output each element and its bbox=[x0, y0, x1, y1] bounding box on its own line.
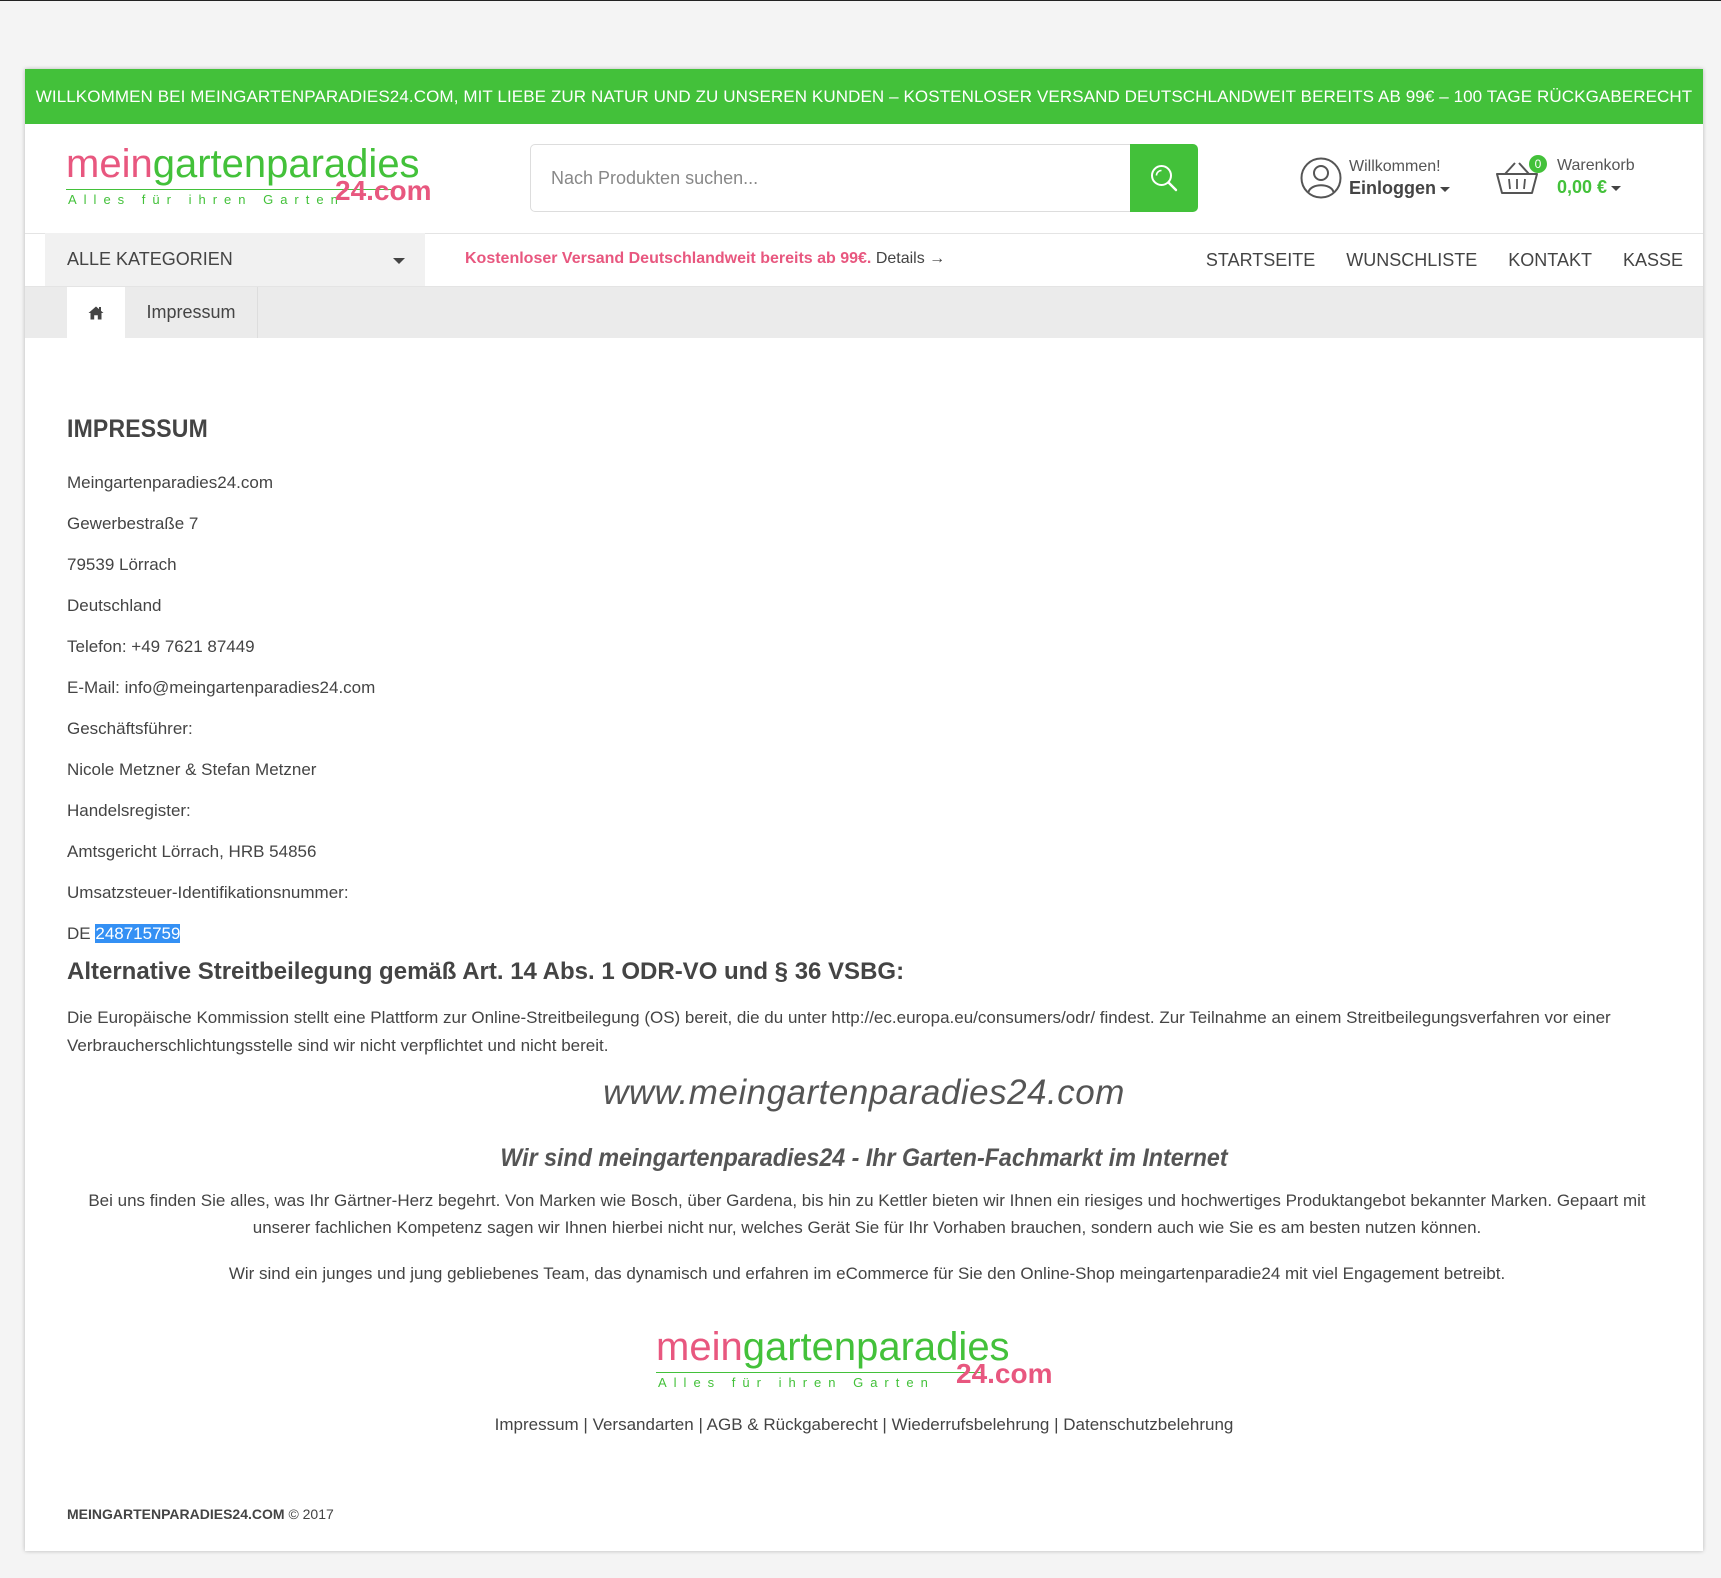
account-greeting: Willkommen! bbox=[1349, 158, 1441, 175]
page-title: IMPRESSUM bbox=[67, 415, 208, 443]
footer-link-withdrawal[interactable]: Wiederrufsbelehrung bbox=[892, 1415, 1050, 1434]
impressum-line: Amtsgericht Lörrach, HRB 54856 bbox=[67, 842, 317, 861]
impressum-line: E-Mail: info@meingartenparadies24.com bbox=[67, 678, 376, 697]
page-container: WILLKOMMEN BEI MEINGARTENPARADIES24.COM,… bbox=[25, 69, 1703, 1551]
impressum-line: Gewerbestraße 7 bbox=[67, 514, 199, 533]
logo-tagline: Alles für ihren Garten bbox=[658, 1375, 935, 1390]
nav-link-home[interactable]: STARTSEITE bbox=[1206, 250, 1315, 271]
breadcrumb-current: Impressum bbox=[125, 287, 258, 338]
logo-mein: mein bbox=[66, 142, 153, 186]
footer-link-privacy[interactable]: Datenschutzbelehrung bbox=[1063, 1415, 1233, 1434]
impressum-line: Nicole Metzner & Stefan Metzner bbox=[67, 760, 317, 779]
logo-suffix: 24.com bbox=[335, 175, 432, 206]
about-paragraph-team: Wir sind ein junges und jung gebliebenes… bbox=[228, 1264, 1506, 1283]
user-icon bbox=[1300, 157, 1342, 199]
window-top-border bbox=[0, 0, 1721, 1]
impressum-line: Telefon: +49 7621 87449 bbox=[67, 637, 255, 656]
cart-widget[interactable]: 0 Warenkorb 0,00 € bbox=[1495, 154, 1675, 204]
logo-underline bbox=[656, 1372, 981, 1373]
copyright-year: © 2017 bbox=[288, 1506, 334, 1522]
footer-separator: | bbox=[693, 1415, 707, 1434]
footer-separator: | bbox=[877, 1415, 892, 1434]
shipping-note: Kostenloser Versand Deutschlandweit bere… bbox=[465, 250, 945, 268]
promo-text: WILLKOMMEN BEI MEINGARTENPARADIES24.COM,… bbox=[35, 86, 1693, 106]
chevron-down-icon bbox=[1440, 186, 1450, 192]
main-nav: ALLE KATEGORIEN Kostenloser Versand Deut… bbox=[25, 233, 1703, 287]
shipping-highlight: Kostenloser Versand Deutschlandweit bere… bbox=[465, 250, 872, 267]
about-paragraph: Bei uns finden Sie alles, was Ihr Gärtne… bbox=[88, 1191, 1646, 1237]
impressum-line: Handelsregister: bbox=[67, 801, 191, 820]
footer-logo: meingartenparadies Alles für ihren Garte… bbox=[656, 1325, 1076, 1390]
vat-id-line: DE 248715759 bbox=[67, 924, 181, 944]
logo-mein: mein bbox=[656, 1325, 743, 1369]
search-icon bbox=[1151, 165, 1178, 192]
breadcrumb-home[interactable] bbox=[67, 287, 125, 338]
footer-link-shipping[interactable]: Versandarten bbox=[593, 1415, 694, 1434]
cart-label: Warenkorb bbox=[1557, 157, 1635, 174]
cart-count-badge: 0 bbox=[1529, 155, 1547, 173]
site-url: www.meingartenparadies24.com bbox=[603, 1073, 1125, 1112]
categories-label: ALLE KATEGORIEN bbox=[67, 249, 233, 269]
footer-separator: | bbox=[1049, 1415, 1064, 1434]
footer-links: Impressum | Versandarten | AGB & Rückgab… bbox=[25, 1415, 1703, 1435]
logo-suffix: 24.com bbox=[956, 1358, 1053, 1389]
copyright: MEINGARTENPARADIES24.COM © 2017 bbox=[67, 1506, 334, 1522]
footer-link-impressum[interactable]: Impressum bbox=[495, 1415, 579, 1434]
impressum-line: Umsatzsteuer-Identifikationsnummer: bbox=[67, 883, 349, 902]
home-icon bbox=[88, 306, 104, 319]
chevron-down-icon bbox=[1611, 185, 1622, 191]
chevron-down-icon bbox=[393, 258, 405, 264]
all-categories-dropdown[interactable]: ALLE KATEGORIEN bbox=[45, 233, 425, 286]
login-label: Einloggen bbox=[1349, 178, 1436, 198]
account-menu[interactable]: Willkommen! Einloggen bbox=[1300, 154, 1460, 204]
nav-link-wishlist[interactable]: WUNSCHLISTE bbox=[1346, 250, 1477, 271]
footer-separator: | bbox=[578, 1415, 593, 1434]
search-button[interactable] bbox=[1130, 144, 1198, 212]
impressum-line: Geschäftsführer: bbox=[67, 719, 193, 738]
footer-link-terms[interactable]: AGB & Rückgaberecht bbox=[707, 1415, 878, 1434]
nav-link-checkout[interactable]: KASSE bbox=[1623, 250, 1683, 271]
breadcrumb: Impressum bbox=[25, 287, 1703, 338]
login-link[interactable]: Einloggen bbox=[1349, 178, 1450, 199]
nav-links: STARTSEITE WUNSCHLISTE KONTAKT KASSE bbox=[1206, 250, 1683, 271]
impressum-line: 79539 Lörrach bbox=[67, 555, 177, 574]
search-input[interactable] bbox=[530, 144, 1139, 212]
vat-prefix: DE bbox=[67, 924, 91, 943]
copyright-brand: MEINGARTENPARADIES24.COM bbox=[67, 1506, 285, 1522]
impressum-line: Deutschland bbox=[67, 596, 162, 615]
impressum-line: Meingartenparadies24.com bbox=[67, 473, 274, 492]
dispute-text: Die Europäische Kommission stellt eine P… bbox=[67, 1008, 1611, 1055]
shipping-details-link[interactable]: Details → bbox=[876, 250, 945, 267]
site-header: meingartenparadies Alles für ihren Garte… bbox=[25, 124, 1703, 234]
cart-total-value: 0,00 € bbox=[1557, 177, 1608, 197]
logo-tagline: Alles für ihren Garten bbox=[68, 192, 345, 207]
promo-bar: WILLKOMMEN BEI MEINGARTENPARADIES24.COM,… bbox=[25, 69, 1703, 124]
vat-number-selected: 248715759 bbox=[95, 924, 181, 943]
about-tagline: Wir sind meingartenparadies24 - Ihr Gart… bbox=[500, 1144, 1228, 1172]
site-logo[interactable]: meingartenparadies Alles für ihren Garte… bbox=[66, 142, 436, 207]
dispute-title: Alternative Streitbeilegung gemäß Art. 1… bbox=[67, 958, 905, 985]
nav-link-contact[interactable]: KONTAKT bbox=[1508, 250, 1592, 271]
cart-total[interactable]: 0,00 € bbox=[1557, 177, 1622, 198]
